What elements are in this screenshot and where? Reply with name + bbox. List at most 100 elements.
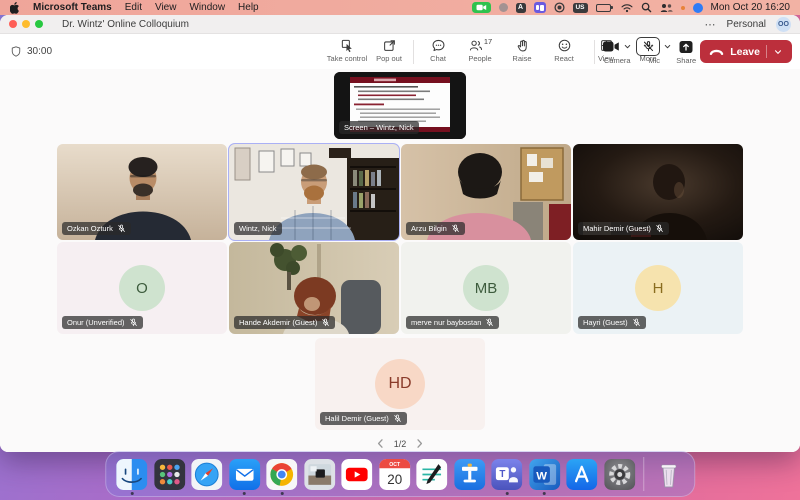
spotlight-search-icon[interactable] xyxy=(641,2,652,13)
dock-keynote-icon[interactable] xyxy=(454,459,485,490)
window-title-bar: Dr. Wintz' Online Colloquium ⋯ Personal … xyxy=(0,15,800,34)
dock-teams-icon[interactable]: T xyxy=(491,459,522,490)
input-a-icon[interactable]: A xyxy=(516,3,526,13)
participant-tile-ozkan[interactable]: Ozkan Ozturk xyxy=(57,144,227,240)
participant-tile-halil[interactable]: HD Halil Demir (Guest) xyxy=(315,338,485,430)
meeting-stage: Screen – Wintz, Nick Ozkan Ozturk xyxy=(0,69,800,452)
minimize-window-button[interactable] xyxy=(22,20,30,28)
avatar-initials: HD xyxy=(375,359,425,409)
zoom-window-button[interactable] xyxy=(35,20,43,28)
mic-off-icon xyxy=(117,224,126,233)
participant-name-pill: Ozkan Ozturk xyxy=(62,222,131,235)
leave-button[interactable]: Leave xyxy=(700,40,792,63)
share-button[interactable]: Share xyxy=(676,36,696,65)
menu-window[interactable]: Window xyxy=(189,2,225,13)
meeting-toolbar: 30:00 Take control Pop out Chat 17 xyxy=(0,34,800,70)
meeting-timer: 30:00 xyxy=(10,34,52,69)
account-avatar[interactable]: OO xyxy=(776,17,791,32)
dock-safari-icon[interactable] xyxy=(191,459,222,490)
mic-off-icon xyxy=(393,414,402,423)
participant-name: Onur (Unverified) xyxy=(67,318,125,327)
dock-trash-icon[interactable] xyxy=(653,459,684,490)
menu-clock[interactable]: Mon Oct 20 16:20 xyxy=(711,2,791,13)
participant-name: merve nur baybostan xyxy=(411,318,481,327)
people-button[interactable]: 17 People xyxy=(459,36,501,63)
leave-divider xyxy=(766,45,767,58)
teams-letter: T xyxy=(499,469,505,480)
participant-tile-hande[interactable]: Hande Akdemir (Guest) xyxy=(229,242,399,334)
screen-record-status-icon[interactable] xyxy=(499,3,508,12)
participant-tile-hayri[interactable]: H Hayri (Guest) xyxy=(573,242,743,334)
avatar-initials: MB xyxy=(463,265,509,311)
participant-name: Arzu Bilgin xyxy=(411,224,447,233)
keyboard-layout-badge[interactable]: US xyxy=(573,3,588,13)
participant-tile-mahir[interactable]: Mahir Demir (Guest) xyxy=(573,144,743,240)
control-center-icon[interactable] xyxy=(693,3,703,13)
mic-chevron-icon[interactable] xyxy=(663,42,672,51)
word-letter: W xyxy=(536,470,547,482)
stage-manager-icon[interactable] xyxy=(534,2,546,13)
menu-edit[interactable]: Edit xyxy=(125,2,142,13)
take-control-icon xyxy=(340,38,355,53)
participant-tile-onur[interactable]: O Onur (Unverified) xyxy=(57,242,227,334)
participant-name-pill: Hande Akdemir (Guest) xyxy=(234,316,335,329)
dock-calendar-icon[interactable]: OCT20 xyxy=(379,459,410,490)
record-icon[interactable] xyxy=(554,2,565,13)
take-control-button[interactable]: Take control xyxy=(326,36,368,63)
fast-user-switch-icon[interactable] xyxy=(660,3,673,13)
teams-window: Dr. Wintz' Online Colloquium ⋯ Personal … xyxy=(0,15,800,452)
mic-off-icon xyxy=(485,318,494,327)
participant-tile-merve[interactable]: MB merve nur baybostan xyxy=(401,242,571,334)
participant-tile-wintz[interactable]: Wintz, Nick xyxy=(229,144,399,240)
battery-icon[interactable] xyxy=(596,4,613,12)
dock-youtube-icon[interactable] xyxy=(341,459,372,490)
participant-name: Mahir Demir (Guest) xyxy=(583,224,651,233)
menu-app-name[interactable]: Microsoft Teams xyxy=(33,2,112,13)
screen-share-label-pill: Screen – Wintz, Nick xyxy=(339,121,419,134)
react-smiley-icon xyxy=(557,38,572,53)
raise-hand-button[interactable]: Raise xyxy=(501,36,543,63)
page-prev-button[interactable] xyxy=(376,438,385,449)
share-icon xyxy=(678,40,694,54)
timer-value: 30:00 xyxy=(27,46,52,57)
dock-launchpad-icon[interactable] xyxy=(154,459,185,490)
participant-name-pill: Halil Demir (Guest) xyxy=(320,412,407,425)
participant-name-pill: Wintz, Nick xyxy=(234,222,282,235)
chat-button[interactable]: Chat xyxy=(417,36,459,63)
menu-view[interactable]: View xyxy=(155,2,177,13)
camera-button[interactable]: Camera xyxy=(602,36,632,65)
calendar-day: 20 xyxy=(387,471,402,486)
react-button[interactable]: React xyxy=(543,36,585,63)
menu-help[interactable]: Help xyxy=(238,2,259,13)
participant-tile-arzu[interactable]: Arzu Bilgin xyxy=(401,144,571,240)
dock-settings-icon[interactable] xyxy=(604,459,635,490)
dock-app-store-icon[interactable] xyxy=(566,459,597,490)
participant-name-pill: Arzu Bilgin xyxy=(406,222,465,235)
participant-name: Hande Akdemir (Guest) xyxy=(239,318,317,327)
apple-menu-icon[interactable] xyxy=(10,2,20,14)
mic-off-icon xyxy=(129,318,138,327)
dock-word-icon[interactable]: W xyxy=(529,459,560,490)
mic-off-icon xyxy=(451,224,460,233)
dock-finder-icon[interactable] xyxy=(116,459,147,490)
dock-photo-icon[interactable] xyxy=(304,459,335,490)
mic-off-icon xyxy=(321,318,330,327)
page-indicator: 1/2 xyxy=(394,439,407,449)
pop-out-button[interactable]: Pop out xyxy=(368,36,410,63)
close-window-button[interactable] xyxy=(9,20,17,28)
participant-name: Wintz, Nick xyxy=(239,224,277,233)
dock-notes-icon[interactable] xyxy=(416,459,447,490)
dock-mail-icon[interactable] xyxy=(229,459,260,490)
page-next-button[interactable] xyxy=(415,438,424,449)
camera-chevron-icon[interactable] xyxy=(623,42,632,51)
avatar-initials: O xyxy=(119,265,165,311)
window-more-button[interactable]: ⋯ xyxy=(705,18,717,31)
dock-chrome-icon[interactable] xyxy=(266,459,297,490)
screen-share-tile[interactable]: Screen – Wintz, Nick xyxy=(334,72,466,139)
account-label[interactable]: Personal xyxy=(727,19,766,30)
mic-button[interactable]: Mic xyxy=(636,36,672,65)
wifi-icon[interactable] xyxy=(621,3,633,13)
mic-muted-box[interactable] xyxy=(636,37,660,56)
leave-chevron-icon[interactable] xyxy=(773,47,783,57)
camera-active-indicator-icon[interactable] xyxy=(472,2,491,13)
